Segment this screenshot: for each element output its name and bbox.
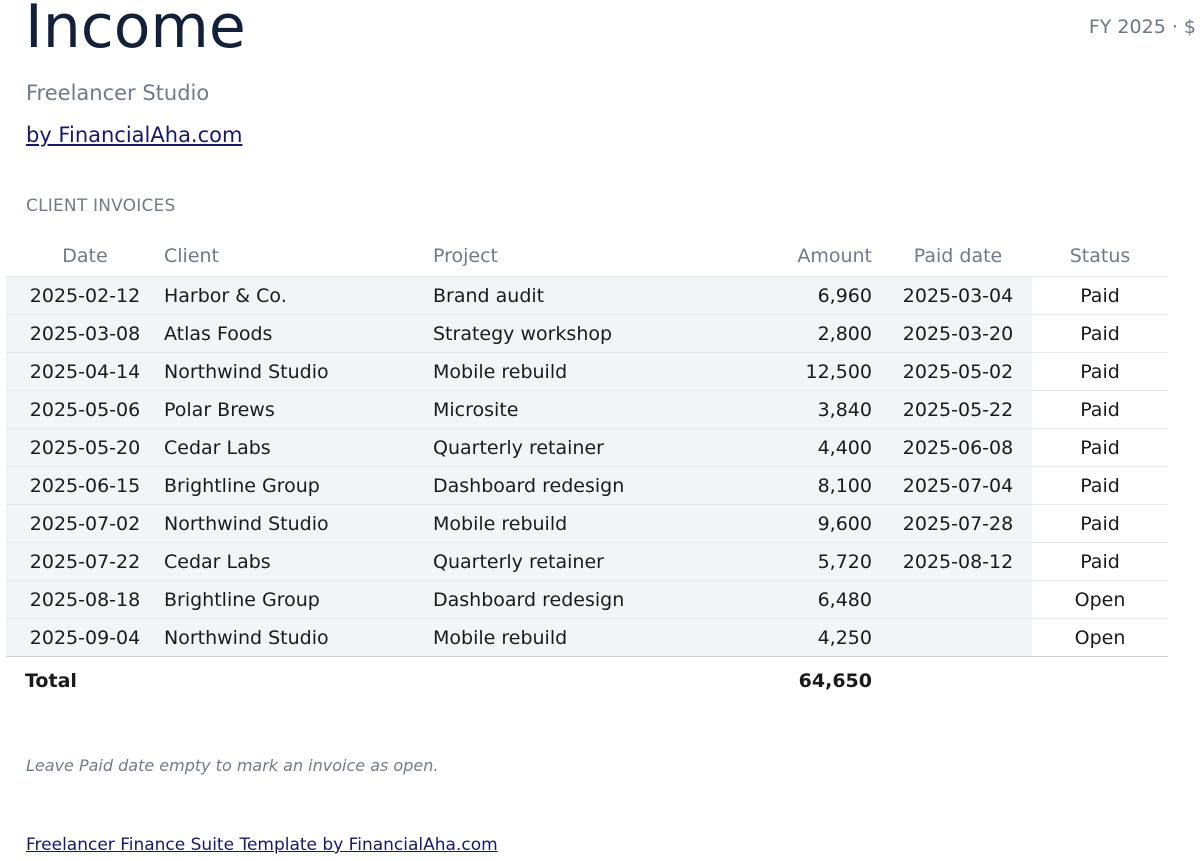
cell-amount[interactable]: 5,720 [732,542,884,581]
table-row: 2025-02-12 Harbor & Co. Brand audit 6,960 20… [6,276,1168,315]
cell-project[interactable]: Quarterly retainer [433,542,732,581]
cell-client[interactable]: Northwind Studio [164,504,433,543]
total-spacer [884,657,1032,705]
cell-client[interactable]: Atlas Foods [164,314,433,353]
column-header-amount[interactable]: Amount [732,235,884,277]
cell-date[interactable]: 2025-04-14 [6,352,164,391]
cell-status: Paid [1032,466,1168,505]
cell-client[interactable]: Polar Brews [164,390,433,429]
table-row: 2025-04-14 Northwind Studio Mobile rebuild… [6,352,1168,391]
cell-project[interactable]: Mobile rebuild [433,352,732,391]
table-row: 2025-05-06 Polar Brews Microsite 3,840 2025-… [6,390,1168,429]
cell-paid-date[interactable]: 2025-03-04 [884,276,1032,315]
cell-amount[interactable]: 8,100 [732,466,884,505]
cell-amount[interactable]: 6,960 [732,276,884,315]
cell-paid-date[interactable]: 2025-07-04 [884,466,1032,505]
cell-amount[interactable]: 4,250 [732,618,884,657]
cell-client[interactable]: Cedar Labs [164,542,433,581]
cell-project[interactable]: Brand audit [433,276,732,315]
cell-paid-date[interactable]: 2025-06-08 [884,428,1032,467]
cell-status: Paid [1032,428,1168,467]
cell-project[interactable]: Quarterly retainer [433,428,732,467]
table-body: 2025-02-12 Harbor & Co. Brand audit 6,960 20… [6,276,1168,657]
cell-date[interactable]: 2025-08-18 [6,580,164,619]
cell-date[interactable]: 2025-03-08 [6,314,164,353]
cell-client[interactable]: Brightline Group [164,580,433,619]
total-label: Total [25,669,77,692]
page-title: Income [25,0,246,62]
header-row: Date Client Project Amount Paid date Sta… [6,235,1168,277]
total-row: Total 64,650 [6,657,1168,705]
cell-paid-date[interactable] [884,618,1032,657]
cell-client[interactable]: Northwind Studio [164,352,433,391]
cell-date[interactable]: 2025-06-15 [6,466,164,505]
cell-amount[interactable]: 4,400 [732,428,884,467]
cell-project[interactable]: Mobile rebuild [433,504,732,543]
table-row: 2025-03-08 Atlas Foods Strategy workshop 2,… [6,314,1168,353]
cell-amount[interactable]: 12,500 [732,352,884,391]
table-footer: Total 64,650 [6,657,1168,705]
cell-paid-date[interactable]: 2025-07-28 [884,504,1032,543]
column-header-client[interactable]: Client [164,235,433,277]
table-row: 2025-05-20 Cedar Labs Quarterly retainer 4,… [6,428,1168,467]
cell-amount[interactable]: 6,480 [732,580,884,619]
cell-amount[interactable]: 2,800 [732,314,884,353]
cell-status: Paid [1032,542,1168,581]
cell-paid-date[interactable]: 2025-08-12 [884,542,1032,581]
cell-client[interactable]: Cedar Labs [164,428,433,467]
total-spacer [1032,657,1168,705]
cell-status: Open [1032,580,1168,619]
table-row: 2025-07-02 Northwind Studio Mobile rebuild… [6,504,1168,543]
column-header-date[interactable]: Date [6,235,164,277]
cell-project[interactable]: Dashboard redesign [433,580,732,619]
table-row: 2025-09-04 Northwind Studio Mobile rebuild… [6,618,1168,657]
cell-date[interactable]: 2025-07-02 [6,504,164,543]
cell-project[interactable]: Mobile rebuild [433,618,732,657]
cell-date[interactable]: 2025-05-06 [6,390,164,429]
table-row: 2025-07-22 Cedar Labs Quarterly retainer 5,… [6,542,1168,581]
cell-status: Paid [1032,314,1168,353]
cell-status: Paid [1032,390,1168,429]
instruction-note: Leave Paid date empty to mark an invoice… [26,756,439,775]
section-label: CLIENT INVOICES [26,196,176,216]
table-header: Date Client Project Amount Paid date Sta… [6,235,1168,277]
cell-project[interactable]: Microsite [433,390,732,429]
cell-paid-date[interactable]: 2025-05-02 [884,352,1032,391]
cell-status: Paid [1032,352,1168,391]
table-row: 2025-06-15 Brightline Group Dashboard rede… [6,466,1168,505]
cell-status: Paid [1032,276,1168,315]
cell-client[interactable]: Northwind Studio [164,618,433,657]
column-header-status[interactable]: Status [1032,235,1168,277]
cell-project[interactable]: Strategy workshop [433,314,732,353]
fiscal-period-label: FY 2025 · $ [1088,16,1196,38]
cell-paid-date[interactable]: 2025-03-20 [884,314,1032,353]
cell-date[interactable]: 2025-07-22 [6,542,164,581]
cell-date[interactable]: 2025-02-12 [6,276,164,315]
footer-template-link[interactable]: Freelancer Finance Suite Template by Fin… [26,835,498,855]
cell-date[interactable]: 2025-05-20 [6,428,164,467]
cell-amount[interactable]: 3,840 [732,390,884,429]
cell-status: Paid [1032,504,1168,543]
column-header-project[interactable]: Project [433,235,732,277]
business-name: Freelancer Studio [26,81,210,105]
column-header-paid-date[interactable]: Paid date [884,235,1032,277]
cell-client[interactable]: Brightline Group [164,466,433,505]
invoices-table: Date Client Project Amount Paid date Sta… [6,235,1168,704]
byline-link[interactable]: by FinancialAha.com [26,123,242,147]
cell-paid-date[interactable] [884,580,1032,619]
total-amount: 64,650 [798,669,872,692]
cell-paid-date[interactable]: 2025-05-22 [884,390,1032,429]
table-row: 2025-08-18 Brightline Group Dashboard rede… [6,580,1168,619]
cell-amount[interactable]: 9,600 [732,504,884,543]
cell-status: Open [1032,618,1168,657]
cell-client[interactable]: Harbor & Co. [164,276,433,315]
cell-date[interactable]: 2025-09-04 [6,618,164,657]
cell-project[interactable]: Dashboard redesign [433,466,732,505]
